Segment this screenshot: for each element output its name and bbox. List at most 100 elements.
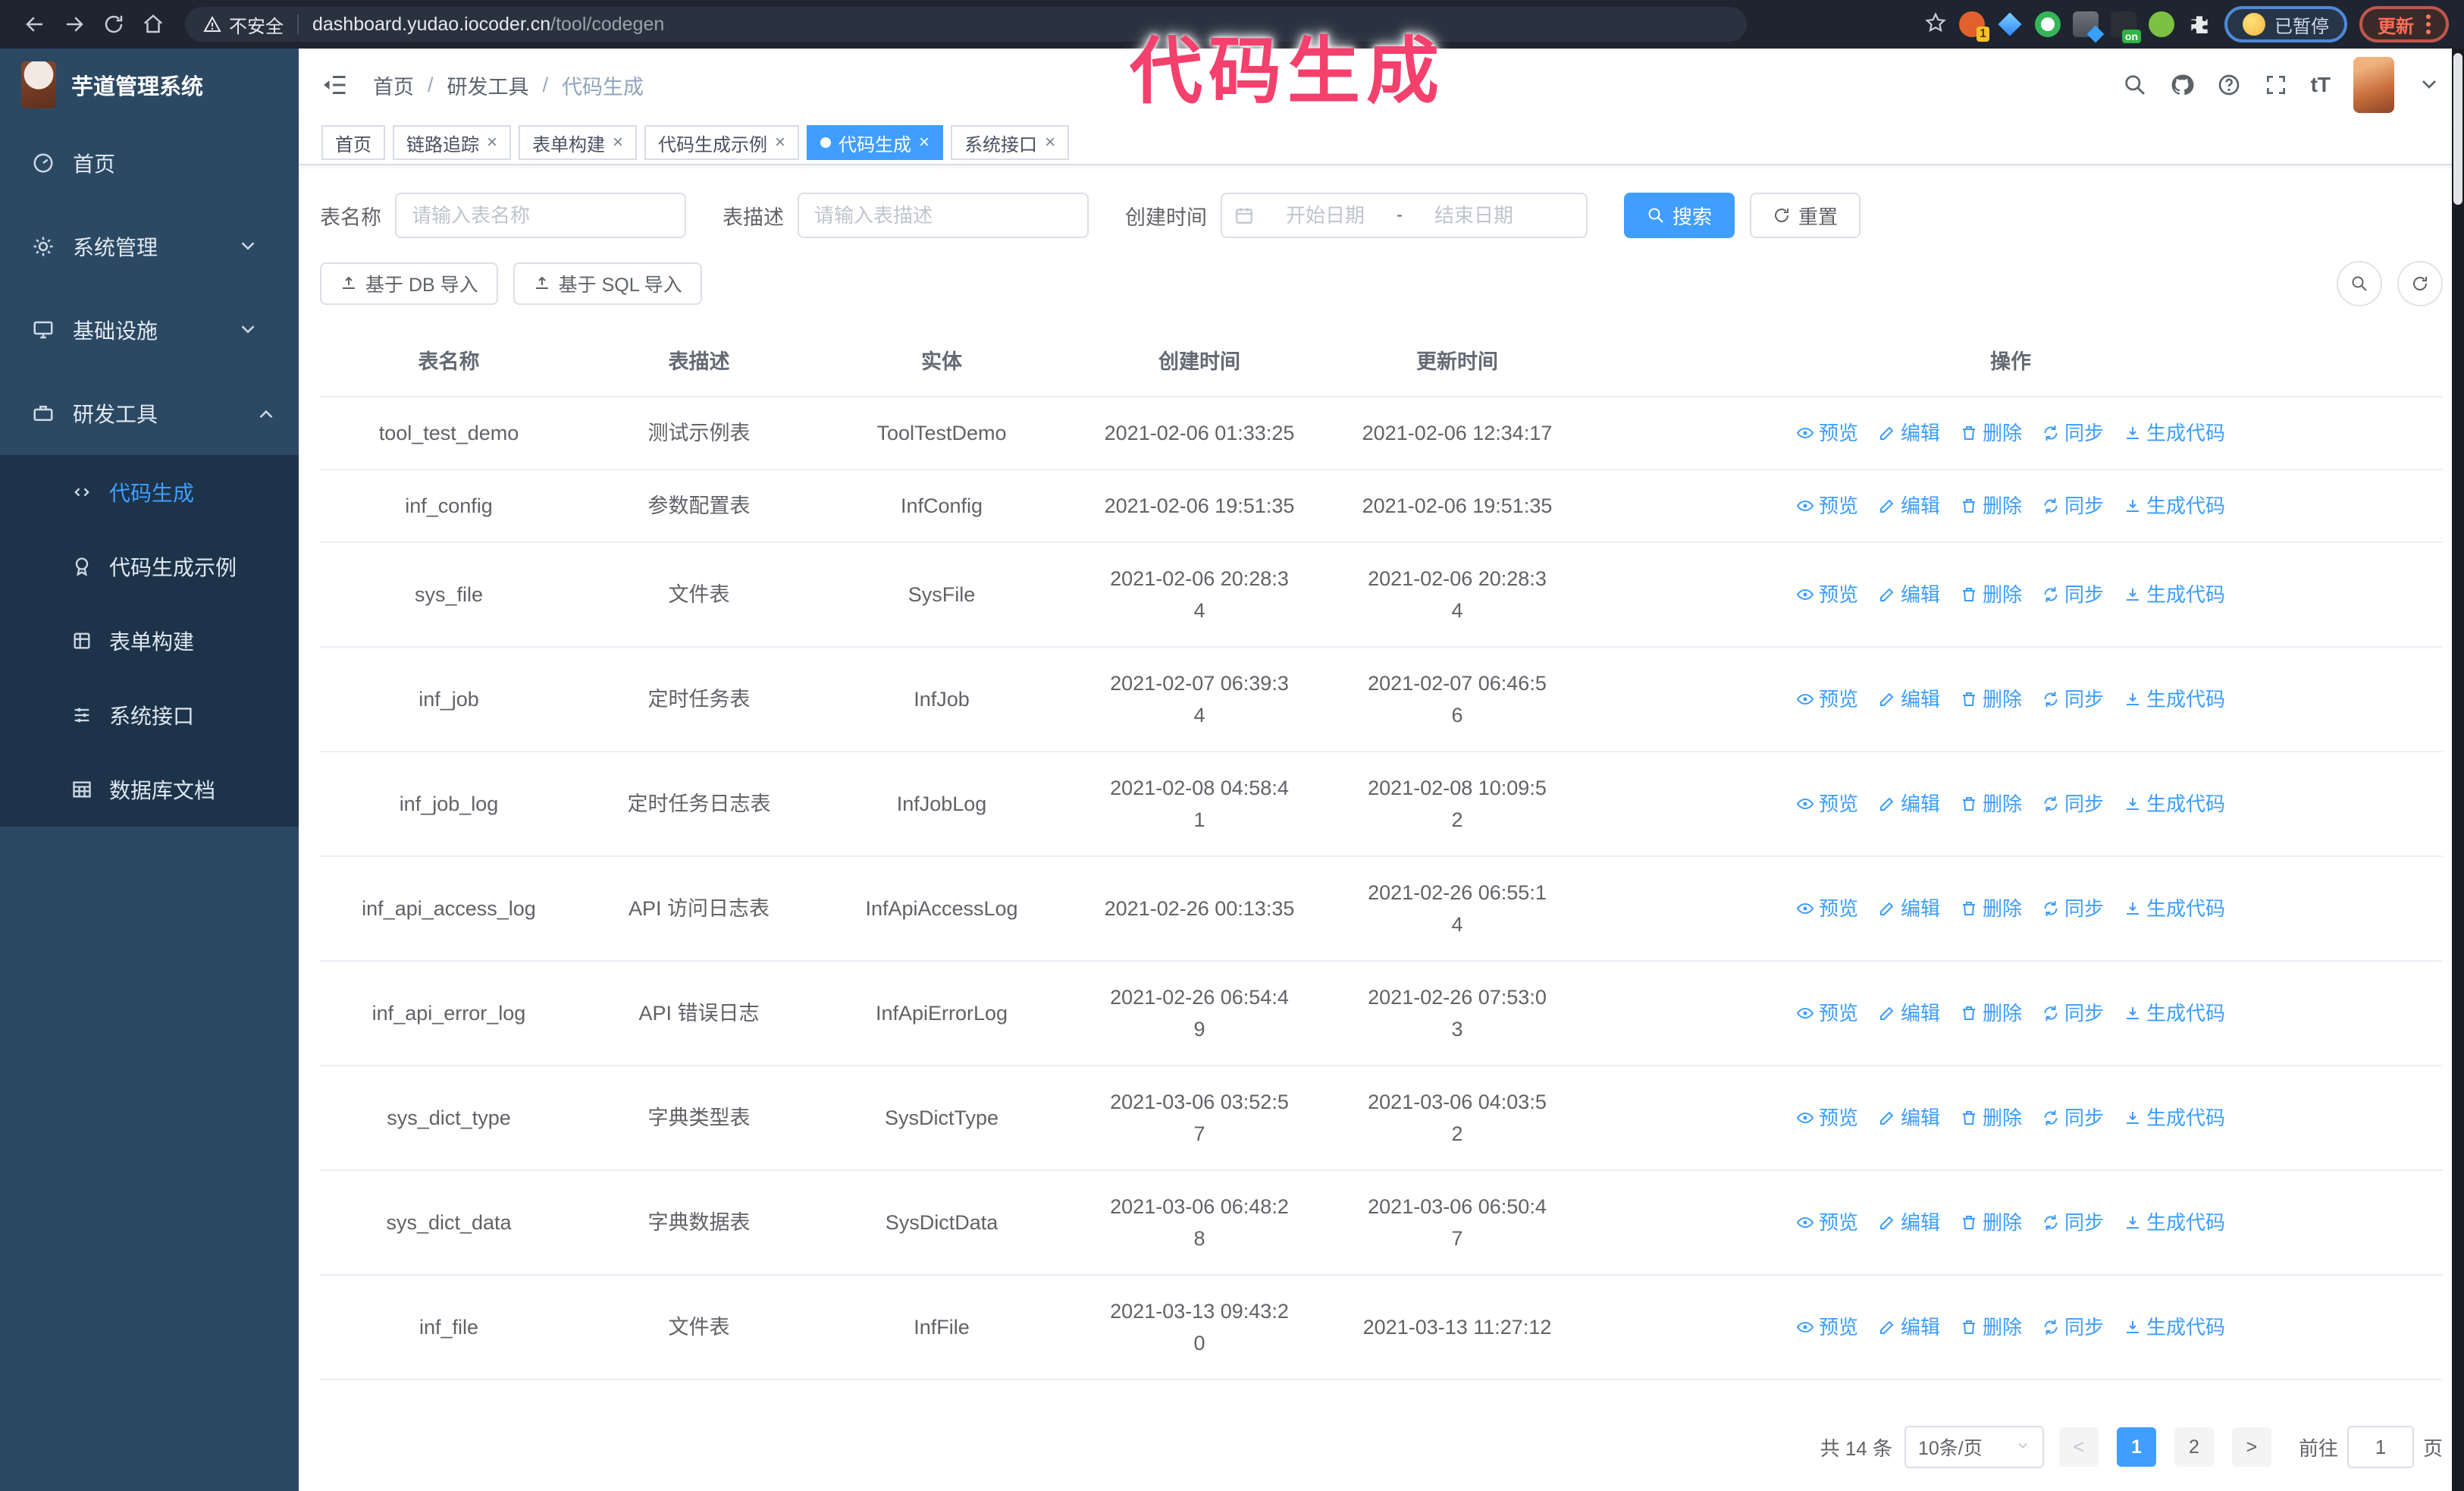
bookmark-star-icon[interactable] <box>1924 11 1947 37</box>
page-button-2[interactable]: 2 <box>2174 1427 2214 1467</box>
breadcrumb-home[interactable]: 首页 <box>373 71 414 100</box>
prev-page-button[interactable]: < <box>2058 1427 2099 1467</box>
toggle-search-button[interactable] <box>2337 261 2382 306</box>
page-size-select[interactable]: 10条/页 <box>1904 1426 2044 1468</box>
preview-link[interactable]: 预览 <box>1796 1207 1858 1238</box>
generate-code-link[interactable]: 生成代码 <box>2124 997 2225 1029</box>
generate-code-link[interactable]: 生成代码 <box>2124 1207 2225 1238</box>
extension-icon[interactable]: on <box>2111 11 2141 43</box>
sidebar-item-db-doc[interactable]: 数据库文档 <box>0 752 299 827</box>
browser-home-icon[interactable] <box>133 5 173 44</box>
generate-code-link[interactable]: 生成代码 <box>2124 893 2225 924</box>
sidebar-item-system[interactable]: 系统管理 <box>0 205 299 288</box>
generate-code-link[interactable]: 生成代码 <box>2124 788 2225 820</box>
edit-link[interactable]: 编辑 <box>1878 788 1940 820</box>
browser-menu-icon[interactable] <box>2426 14 2431 34</box>
end-date-input[interactable] <box>1409 203 1539 228</box>
close-icon[interactable]: × <box>613 133 623 152</box>
edit-link[interactable]: 编辑 <box>1878 490 1940 522</box>
next-page-button[interactable]: > <box>2231 1427 2271 1467</box>
delete-link[interactable]: 删除 <box>1960 997 2022 1029</box>
sync-link[interactable]: 同步 <box>2042 683 2104 715</box>
sync-link[interactable]: 同步 <box>2042 579 2104 611</box>
scrollbar[interactable] <box>2452 49 2464 1491</box>
browser-reload-icon[interactable] <box>94 5 133 44</box>
edit-link[interactable]: 编辑 <box>1878 1207 1940 1238</box>
sidebar-item-devtools[interactable]: 研发工具 <box>0 372 299 455</box>
sidebar-item-infra[interactable]: 基础设施 <box>0 288 299 372</box>
tab-api[interactable]: 系统接口 × <box>951 125 1070 160</box>
close-icon[interactable]: × <box>487 133 497 152</box>
help-icon[interactable] <box>2217 73 2241 97</box>
generate-code-link[interactable]: 生成代码 <box>2124 417 2225 449</box>
preview-link[interactable]: 预览 <box>1796 417 1858 449</box>
scrollbar-thumb[interactable] <box>2453 53 2462 205</box>
tab-form-builder[interactable]: 表单构建 × <box>519 125 638 160</box>
sync-link[interactable]: 同步 <box>2042 1311 2104 1343</box>
generate-code-link[interactable]: 生成代码 <box>2124 683 2225 715</box>
sidebar-fold-icon[interactable] <box>321 71 349 99</box>
delete-link[interactable]: 删除 <box>1960 683 2022 715</box>
tab-codegen-example[interactable]: 代码生成示例 × <box>644 125 800 160</box>
fullscreen-icon[interactable] <box>2264 73 2288 97</box>
edit-link[interactable]: 编辑 <box>1878 683 1940 715</box>
delete-link[interactable]: 删除 <box>1960 417 2022 449</box>
app-logo-row[interactable]: 芋道管理系统 <box>0 49 299 121</box>
extensions-puzzle-icon[interactable] <box>2187 11 2212 37</box>
extension-icon[interactable] <box>2073 11 2105 43</box>
address-bar[interactable]: 不安全 dashboard.yudao.iocoder.cn/tool/code… <box>185 7 1747 42</box>
sync-link[interactable]: 同步 <box>2042 788 2104 820</box>
date-range-picker[interactable]: - <box>1221 193 1588 238</box>
sync-link[interactable]: 同步 <box>2042 490 2104 522</box>
generate-code-link[interactable]: 生成代码 <box>2124 1311 2225 1343</box>
breadcrumb-devtools[interactable]: 研发工具 <box>447 71 529 100</box>
delete-link[interactable]: 删除 <box>1960 1102 2022 1134</box>
sidebar-item-home[interactable]: 首页 <box>0 121 299 205</box>
font-size-icon[interactable]: tT <box>2311 73 2331 97</box>
sync-link[interactable]: 同步 <box>2042 1102 2104 1134</box>
browser-back-icon[interactable] <box>15 5 55 44</box>
close-icon[interactable]: × <box>1045 133 1055 152</box>
preview-link[interactable]: 预览 <box>1796 579 1858 611</box>
extension-icon[interactable] <box>1997 11 2023 37</box>
extension-icon[interactable] <box>2149 11 2174 37</box>
sync-link[interactable]: 同步 <box>2042 417 2104 449</box>
preview-link[interactable]: 预览 <box>1796 1311 1858 1343</box>
import-db-button[interactable]: 基于 DB 导入 <box>320 262 498 305</box>
preview-link[interactable]: 预览 <box>1796 788 1858 820</box>
preview-link[interactable]: 预览 <box>1796 683 1858 715</box>
edit-link[interactable]: 编辑 <box>1878 893 1940 924</box>
table-desc-input[interactable] <box>798 193 1089 238</box>
edit-link[interactable]: 编辑 <box>1878 579 1940 611</box>
chevron-down-icon[interactable] <box>2417 72 2441 98</box>
close-icon[interactable]: × <box>775 133 785 152</box>
sidebar-item-api[interactable]: 系统接口 <box>0 678 299 752</box>
tab-home[interactable]: 首页 <box>321 125 385 160</box>
preview-link[interactable]: 预览 <box>1796 1102 1858 1134</box>
extension-icon[interactable] <box>2035 11 2061 37</box>
sync-link[interactable]: 同步 <box>2042 997 2104 1029</box>
reset-button[interactable]: 重置 <box>1750 193 1861 238</box>
extension-icon[interactable]: 1 <box>1959 11 1989 42</box>
profile-chip[interactable]: 已暂停 <box>2224 6 2347 42</box>
search-button[interactable]: 搜索 <box>1624 193 1735 238</box>
delete-link[interactable]: 删除 <box>1960 579 2022 611</box>
edit-link[interactable]: 编辑 <box>1878 1102 1940 1134</box>
preview-link[interactable]: 预览 <box>1796 893 1858 924</box>
avatar[interactable] <box>2353 57 2394 113</box>
security-warning[interactable]: 不安全 <box>203 11 284 38</box>
update-button[interactable]: 更新 <box>2359 6 2449 42</box>
edit-link[interactable]: 编辑 <box>1878 997 1940 1029</box>
import-sql-button[interactable]: 基于 SQL 导入 <box>513 262 702 305</box>
generate-code-link[interactable]: 生成代码 <box>2124 1102 2225 1134</box>
start-date-input[interactable] <box>1260 203 1390 228</box>
tab-tracing[interactable]: 链路追踪 × <box>393 125 512 160</box>
tab-codegen[interactable]: 代码生成 × <box>807 125 944 160</box>
goto-page-input[interactable] <box>2346 1426 2414 1468</box>
delete-link[interactable]: 删除 <box>1960 893 2022 924</box>
browser-forward-icon[interactable] <box>55 5 94 44</box>
table-name-input[interactable] <box>395 193 686 238</box>
delete-link[interactable]: 删除 <box>1960 1311 2022 1343</box>
generate-code-link[interactable]: 生成代码 <box>2124 579 2225 611</box>
preview-link[interactable]: 预览 <box>1796 997 1858 1029</box>
